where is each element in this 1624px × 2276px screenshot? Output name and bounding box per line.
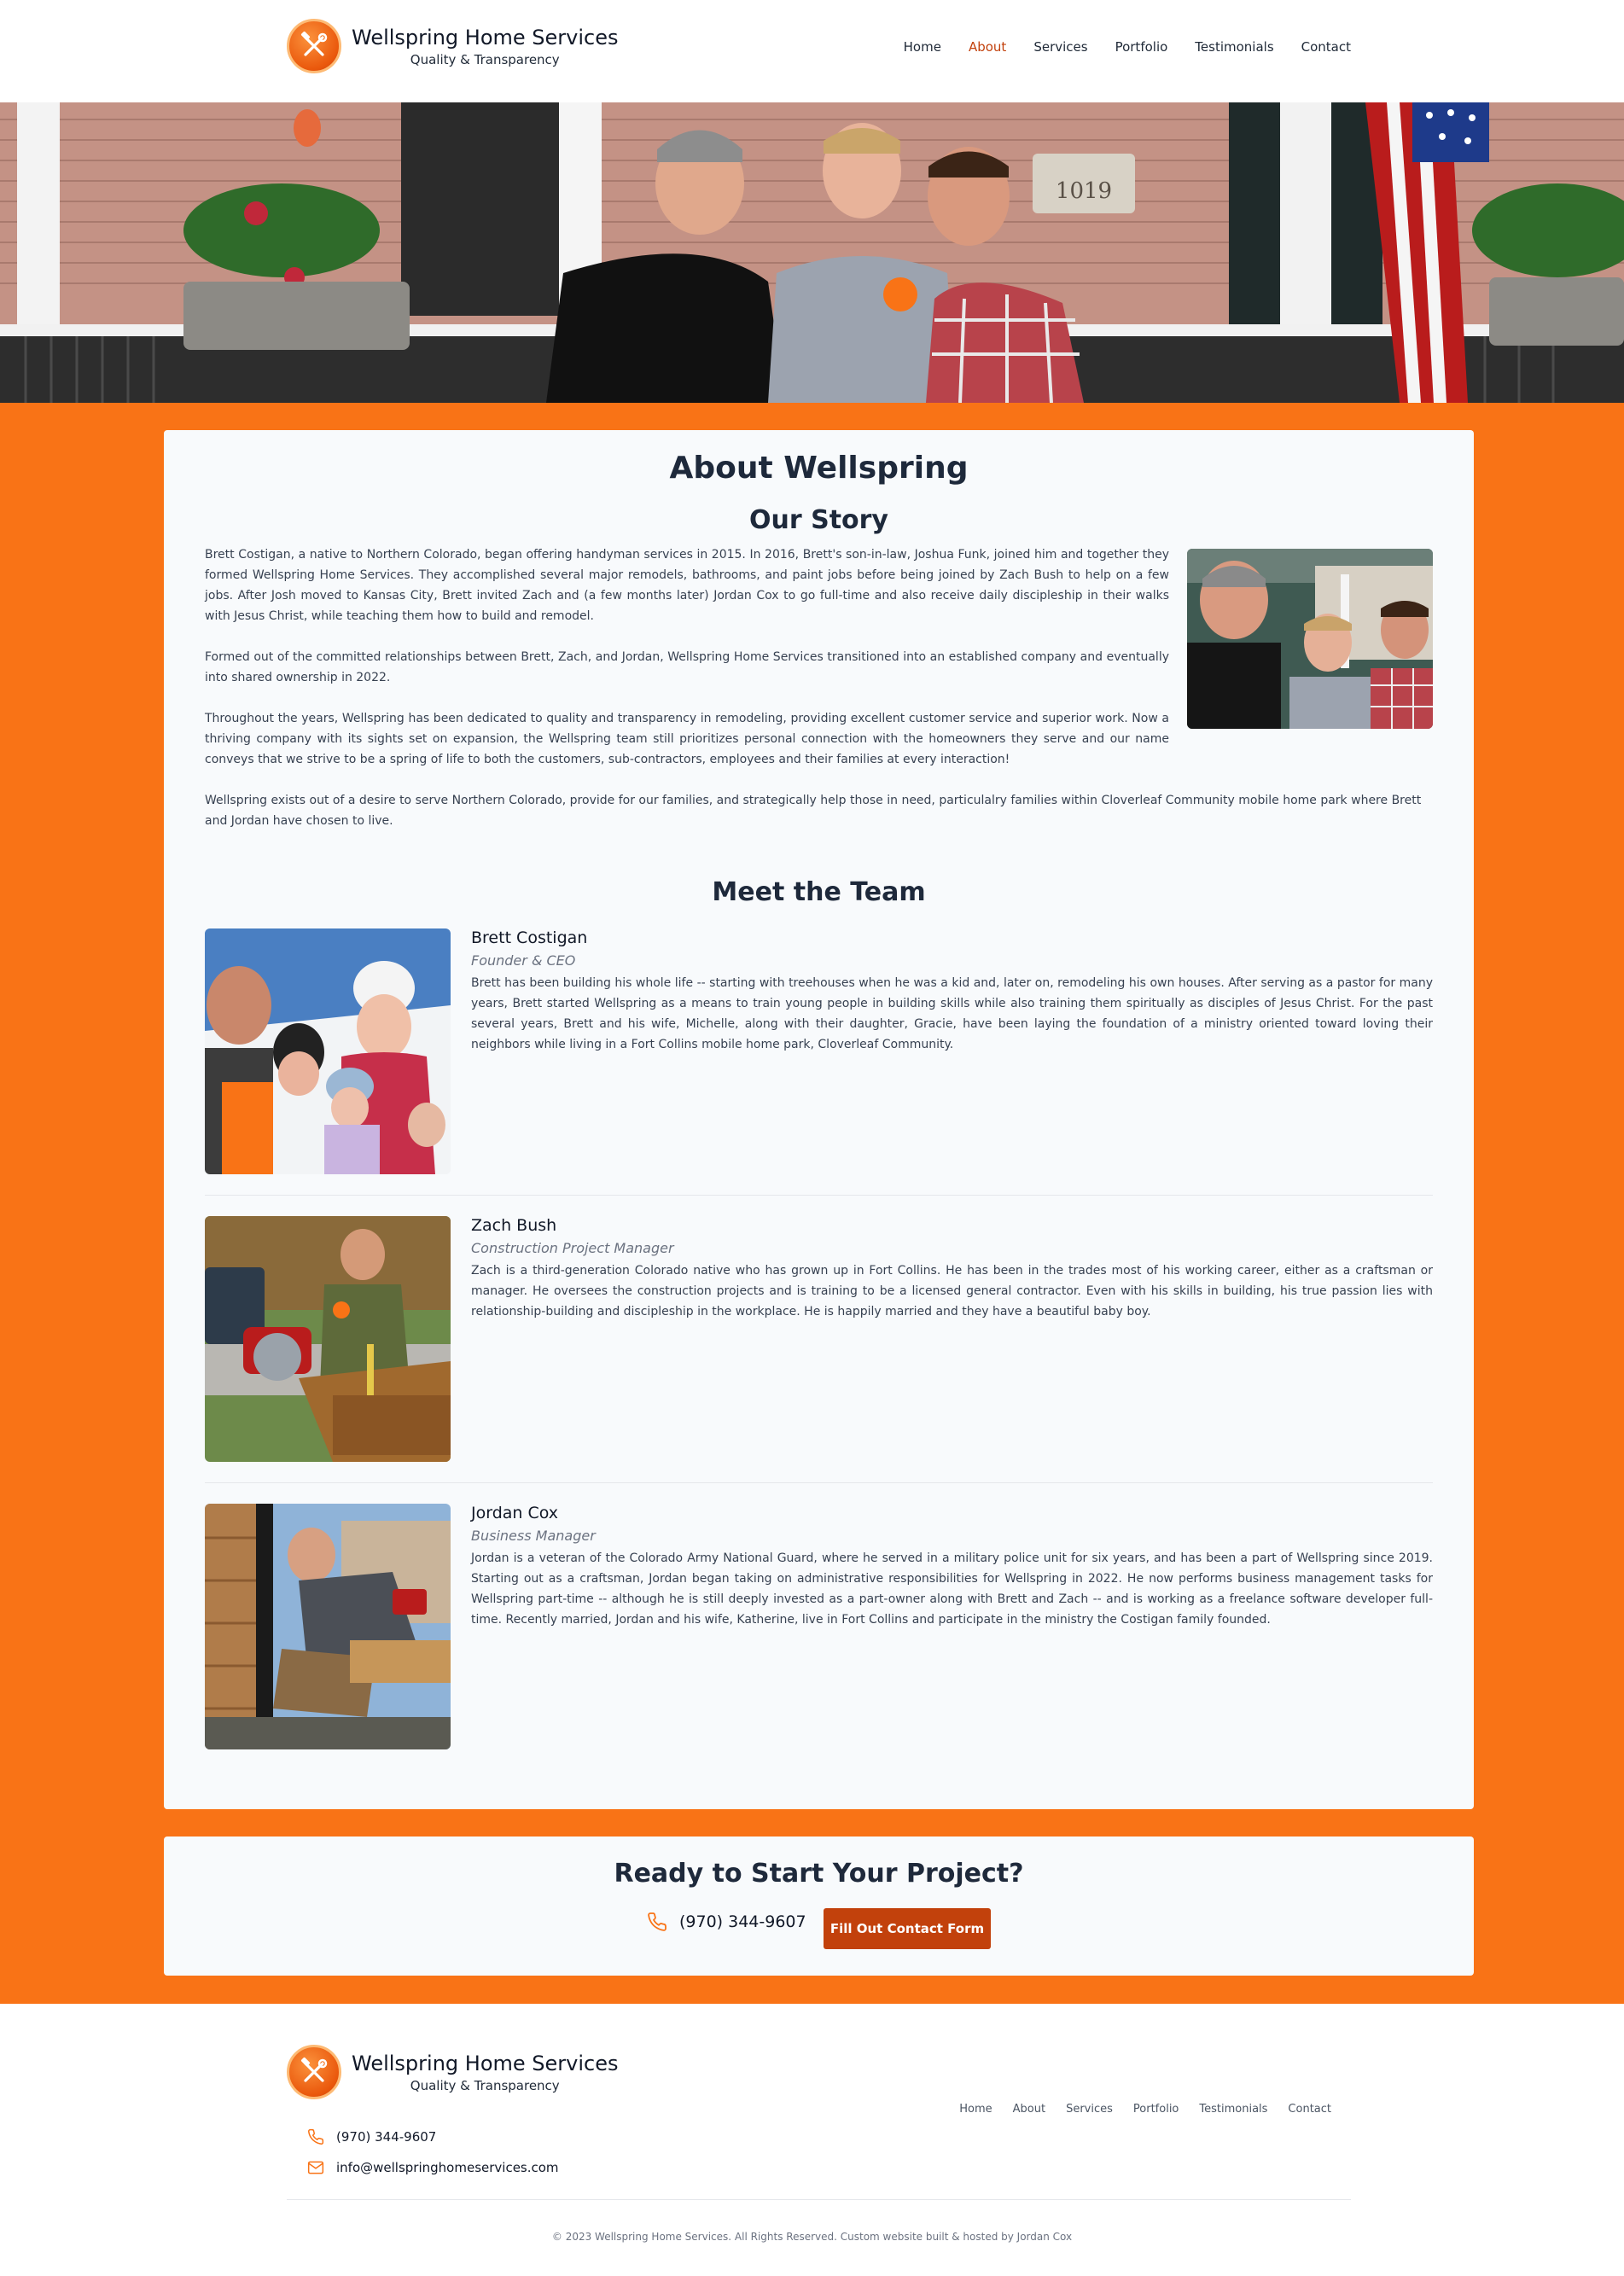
cta-title: Ready to Start Your Project? (614, 1859, 1024, 1889)
footer-nav: Home About Services Portfolio Testimonia… (959, 2103, 1331, 2116)
story-paragraph: Formed out of the committed relationship… (205, 650, 1169, 684)
story-paragraph: Brett Costigan, a native to Northern Col… (205, 548, 1169, 623)
team-divider (205, 1482, 1433, 1483)
contact-form-button[interactable]: Fill Out Contact Form (824, 1908, 991, 1949)
brand-name: Wellspring Home Services (352, 25, 619, 49)
footer-nav-home[interactable]: Home (959, 2103, 992, 2116)
mail-icon (307, 2159, 324, 2176)
site-footer: Wellspring Home Services Quality & Trans… (0, 2004, 1624, 2276)
member-bio: Zach is a third-generation Colorado nati… (471, 1264, 1433, 1318)
team-member-card: Zach Bush Construction Project Manager Z… (205, 1216, 1433, 1462)
site-header: Wellspring Home Services Quality & Trans… (0, 0, 1624, 102)
zach-saw-photo (205, 1216, 451, 1462)
footer-brand-tagline: Quality & Transparency (410, 2077, 560, 2093)
house-number-sign: 1019 (1056, 178, 1112, 204)
brand-logo-link[interactable]: Wellspring Home Services Quality & Trans… (287, 19, 618, 73)
member-bio: Brett has been building his whole life -… (471, 976, 1433, 1051)
footer-email: info@wellspringhomeservices.com (336, 2160, 559, 2175)
cta-phone-number: (970) 344-9607 (679, 1912, 806, 1931)
member-bio: Jordan is a veteran of the Colorado Army… (471, 1551, 1433, 1627)
story-text: Brett Costigan, a native to Northern Col… (205, 544, 1169, 790)
about-card: About Wellspring Our Story Brett Costiga… (164, 430, 1474, 1809)
member-role: Founder & CEO (471, 952, 576, 969)
our-story-heading: Our Story (748, 505, 888, 535)
story-paragraph: Throughout the years, Wellspring has bee… (205, 712, 1169, 766)
footer-nav-testimonials[interactable]: Testimonials (1199, 2103, 1267, 2116)
footer-email-link[interactable]: info@wellspringhomeservices.com (307, 2159, 559, 2176)
main-nav: Home About Services Portfolio Testimonia… (904, 39, 1351, 55)
footer-divider (287, 2199, 1351, 2200)
footer-nav-portfolio[interactable]: Portfolio (1133, 2103, 1179, 2116)
member-name: Jordan Cox (471, 1504, 559, 1522)
jordan-fence-photo (205, 1504, 451, 1749)
member-role: Construction Project Manager (471, 1240, 674, 1256)
hammer-wrench-logo-icon (287, 2045, 341, 2099)
story-team-photo (1187, 549, 1433, 729)
meet-team-heading: Meet the Team (712, 877, 926, 907)
about-title: About Wellspring (669, 451, 969, 486)
footer-brand-name: Wellspring Home Services (352, 2051, 619, 2075)
nav-home[interactable]: Home (904, 39, 941, 55)
footer-nav-contact[interactable]: Contact (1288, 2103, 1331, 2116)
hero-team-photo: 1019 (0, 102, 1624, 403)
member-role: Business Manager (471, 1528, 596, 1544)
story-paragraph: Wellspring exists out of a desire to ser… (205, 794, 1422, 828)
copyright-text: © 2023 Wellspring Home Services. All Rig… (551, 2231, 1073, 2243)
cta-card: Ready to Start Your Project? (970) 344-9… (164, 1837, 1474, 1976)
footer-nav-about[interactable]: About (1013, 2103, 1045, 2116)
footer-phone-number: (970) 344-9607 (336, 2129, 437, 2145)
member-name: Zach Bush (471, 1216, 557, 1235)
footer-nav-services[interactable]: Services (1066, 2103, 1113, 2116)
nav-contact[interactable]: Contact (1301, 39, 1351, 55)
hammer-wrench-logo-icon (287, 19, 341, 73)
team-member-card: Brett Costigan Founder & CEO Brett has b… (205, 928, 1433, 1174)
cta-phone-link[interactable]: (970) 344-9607 (647, 1912, 806, 1932)
phone-icon (307, 2128, 324, 2145)
footer-brand-logo-link[interactable]: Wellspring Home Services Quality & Trans… (287, 2045, 618, 2099)
nav-about[interactable]: About (969, 39, 1006, 55)
team-divider (205, 1195, 1433, 1196)
brett-family-photo (205, 928, 451, 1174)
nav-portfolio[interactable]: Portfolio (1115, 39, 1168, 55)
footer-phone-link[interactable]: (970) 344-9607 (307, 2128, 436, 2145)
nav-services[interactable]: Services (1033, 39, 1087, 55)
member-name: Brett Costigan (471, 928, 588, 947)
phone-icon (647, 1912, 667, 1932)
nav-testimonials[interactable]: Testimonials (1195, 39, 1273, 55)
team-member-card: Jordan Cox Business Manager Jordan is a … (205, 1504, 1433, 1749)
brand-tagline: Quality & Transparency (410, 51, 560, 67)
